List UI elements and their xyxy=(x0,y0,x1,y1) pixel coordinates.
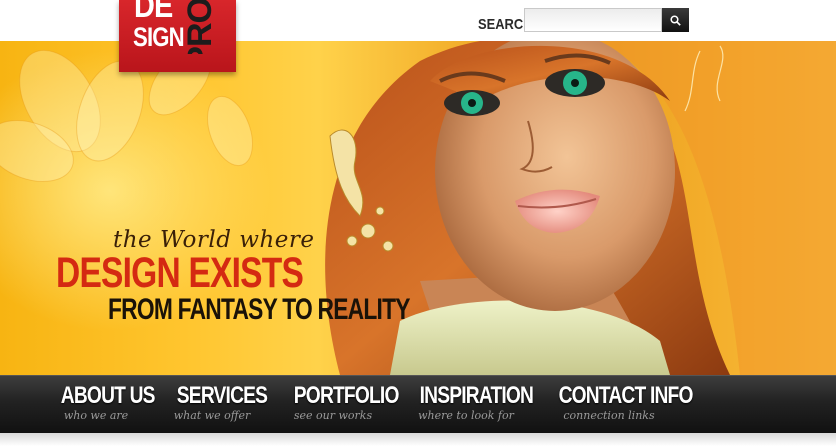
hero-subheadline: FROM FANTASY TO REALITY xyxy=(108,293,410,326)
search-button[interactable] xyxy=(662,8,689,32)
search-input[interactable] xyxy=(524,8,662,32)
logo-text-sign: SIGN xyxy=(133,22,185,52)
nav-sublabel: who we are xyxy=(63,409,129,422)
nav-sublabel: where to look for xyxy=(418,409,514,422)
logo-text-pro: PRO xyxy=(183,0,219,54)
nav-sublabel: connection links xyxy=(563,409,655,422)
logo-side-wrap: PRO xyxy=(183,0,223,54)
nav-sublabel: see our works xyxy=(293,409,373,422)
nav-item-portfolio[interactable]: PORTFOLIO see our works xyxy=(284,382,400,422)
nav-label: SERVICES xyxy=(176,382,268,409)
hero-banner: the World where DESIGN EXISTS FROM FANTA… xyxy=(0,41,836,375)
nav-label: PORTFOLIO xyxy=(293,382,400,409)
nav-item-inspiration[interactable]: INSPIRATION where to look for xyxy=(408,382,534,422)
footer-strip xyxy=(0,433,836,446)
nav-item-contact-info[interactable]: CONTACT INFO connection links xyxy=(546,382,694,422)
hero-headline: DESIGN EXISTS xyxy=(56,249,304,297)
nav-item-services[interactable]: SERVICES what we offer xyxy=(168,382,268,422)
main-nav: ABOUT US who we are SERVICES what we off… xyxy=(0,375,836,433)
nav-label: CONTACT INFO xyxy=(558,382,694,409)
nav-label: ABOUT US xyxy=(60,382,156,409)
nav-label: INSPIRATION xyxy=(419,382,534,409)
nav-item-about-us[interactable]: ABOUT US who we are xyxy=(52,382,156,422)
magnifier-icon xyxy=(670,14,681,26)
site-logo[interactable]: DE SIGN PRO xyxy=(119,0,236,72)
nav-sublabel: what we offer xyxy=(173,409,251,422)
